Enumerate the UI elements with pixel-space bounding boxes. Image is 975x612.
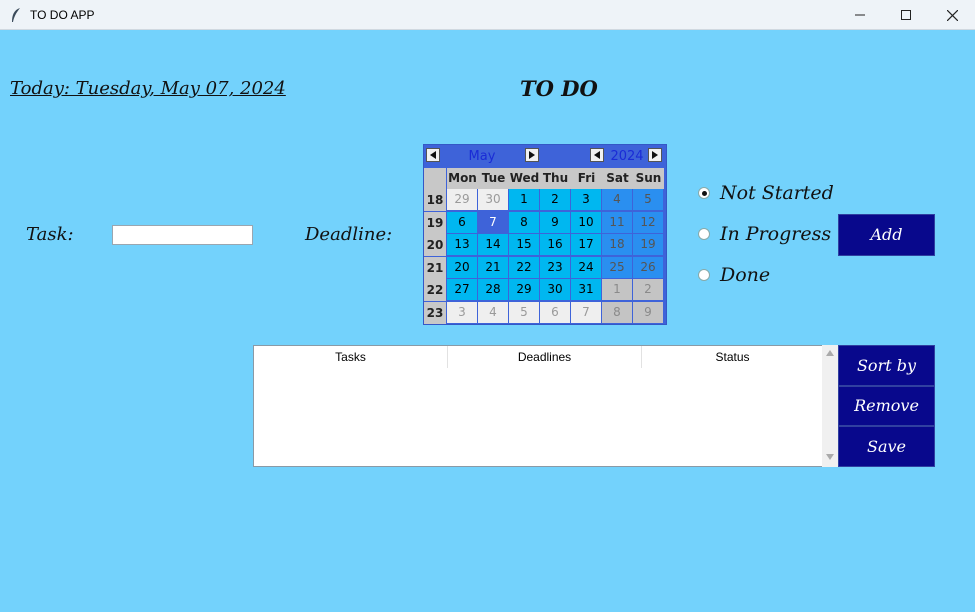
tasks-table[interactable]: Tasks Deadlines Status (253, 345, 838, 467)
calendar-day[interactable]: 10 (571, 211, 601, 233)
calendar-day[interactable]: 4 (478, 301, 508, 323)
next-month-button[interactable] (525, 148, 539, 162)
calendar-day[interactable]: 1 (602, 279, 632, 300)
radio-dot[interactable] (698, 187, 710, 199)
calendar-day[interactable]: 15 (509, 234, 539, 255)
radio-dot[interactable] (698, 228, 710, 240)
sort-by-date-button[interactable]: Sort by date (838, 345, 935, 414)
calendar-day[interactable]: 30 (478, 189, 508, 210)
calendar-day[interactable]: 9 (540, 211, 570, 233)
calendar-day[interactable]: 20 (447, 256, 477, 278)
weekday-header: Thu (540, 168, 571, 189)
add-button[interactable]: Add (838, 214, 935, 256)
column-header-status[interactable]: Status (642, 346, 823, 368)
calendar-day[interactable]: 14 (478, 234, 508, 255)
calendar-day[interactable]: 19 (633, 234, 663, 255)
minimize-button[interactable] (837, 0, 883, 30)
calendar-day[interactable]: 24 (571, 256, 601, 278)
calendar-day[interactable]: 22 (509, 256, 539, 278)
radio-dot[interactable] (698, 269, 710, 281)
calendar-day[interactable]: 2 (540, 189, 570, 210)
calendar-day[interactable]: 11 (602, 211, 632, 233)
title-bar: TO DO APP (0, 0, 975, 30)
weekday-header: Fri (571, 168, 602, 189)
radio-label: In Progress (720, 223, 832, 245)
calendar-day[interactable]: 6 (540, 301, 570, 323)
task-label: Task: (26, 224, 74, 245)
calendar-day[interactable]: 21 (478, 256, 508, 278)
week-number: 18 (424, 189, 446, 211)
calendar-day[interactable]: 23 (540, 256, 570, 278)
week-number: 19 (424, 211, 446, 234)
calendar-day[interactable]: 7 (571, 301, 601, 323)
calendar-day[interactable]: 16 (540, 234, 570, 255)
calendar-day[interactable]: 8 (602, 301, 632, 323)
calendar-day[interactable]: 18 (602, 234, 632, 255)
weekday-header: Sun (633, 168, 664, 189)
close-button[interactable] (929, 0, 975, 30)
calendar-day[interactable]: 1 (509, 189, 539, 210)
remove-button[interactable]: Remove (838, 386, 935, 426)
next-year-button[interactable] (648, 148, 662, 162)
calendar-day[interactable]: 2 (633, 279, 663, 300)
calendar-day[interactable]: 4 (602, 189, 632, 210)
calendar-day[interactable]: 5 (633, 189, 663, 210)
week-number: 21 (424, 256, 446, 279)
status-not-started[interactable]: Not Started (698, 182, 834, 204)
calendar-day[interactable]: 31 (571, 279, 601, 300)
calendar-day[interactable]: 3 (447, 301, 477, 323)
task-input[interactable] (112, 225, 253, 245)
scroll-down-icon[interactable] (825, 453, 835, 461)
calendar-day[interactable]: 3 (571, 189, 601, 210)
calendar-day[interactable]: 26 (633, 256, 663, 278)
prev-month-button[interactable] (426, 148, 440, 162)
weekday-header: Wed (509, 168, 540, 189)
calendar-day[interactable]: 5 (509, 301, 539, 323)
calendar-day[interactable]: 29 (509, 279, 539, 300)
weekday-header: Tue (478, 168, 509, 189)
calendar-day[interactable]: 8 (509, 211, 539, 233)
calendar-day[interactable]: 25 (602, 256, 632, 278)
calendar-day[interactable]: 17 (571, 234, 601, 255)
table-scrollbar[interactable] (822, 345, 838, 467)
scroll-up-icon[interactable] (825, 349, 835, 357)
status-done[interactable]: Done (698, 264, 770, 286)
deadline-label: Deadline: (305, 224, 393, 245)
today-date: Today: Tuesday, May 07, 2024 (10, 78, 286, 99)
weekday-header: Mon (447, 168, 478, 189)
maximize-button[interactable] (883, 0, 929, 30)
calendar-day[interactable]: 6 (447, 211, 477, 233)
save-button[interactable]: Save (838, 426, 935, 467)
page-title: TO DO (520, 76, 598, 101)
feather-icon (10, 7, 22, 23)
calendar-day[interactable]: 9 (633, 301, 663, 323)
prev-year-button[interactable] (590, 148, 604, 162)
week-number: 22 (424, 279, 446, 301)
calendar-day[interactable]: 13 (447, 234, 477, 255)
weekday-header: Sat (602, 168, 633, 189)
week-number: 20 (424, 234, 446, 256)
calendar-day[interactable]: 29 (447, 189, 477, 210)
calendar-corner (424, 168, 446, 189)
week-number: 23 (424, 301, 446, 324)
calendar-day[interactable]: 12 (633, 211, 663, 233)
calendar-day[interactable]: 30 (540, 279, 570, 300)
calendar-year: 2024 (610, 149, 644, 164)
window-title: TO DO APP (30, 8, 95, 22)
radio-label: Not Started (720, 182, 834, 204)
column-header-tasks[interactable]: Tasks (254, 346, 448, 368)
column-header-deadlines[interactable]: Deadlines (448, 346, 642, 368)
calendar-day[interactable]: 28 (478, 279, 508, 300)
calendar-month: May (468, 149, 496, 164)
calendar-day[interactable]: 27 (447, 279, 477, 300)
status-in-progress[interactable]: In Progress (698, 223, 831, 245)
radio-label: Done (720, 264, 771, 286)
calendar-day[interactable]: 7 (478, 211, 508, 233)
